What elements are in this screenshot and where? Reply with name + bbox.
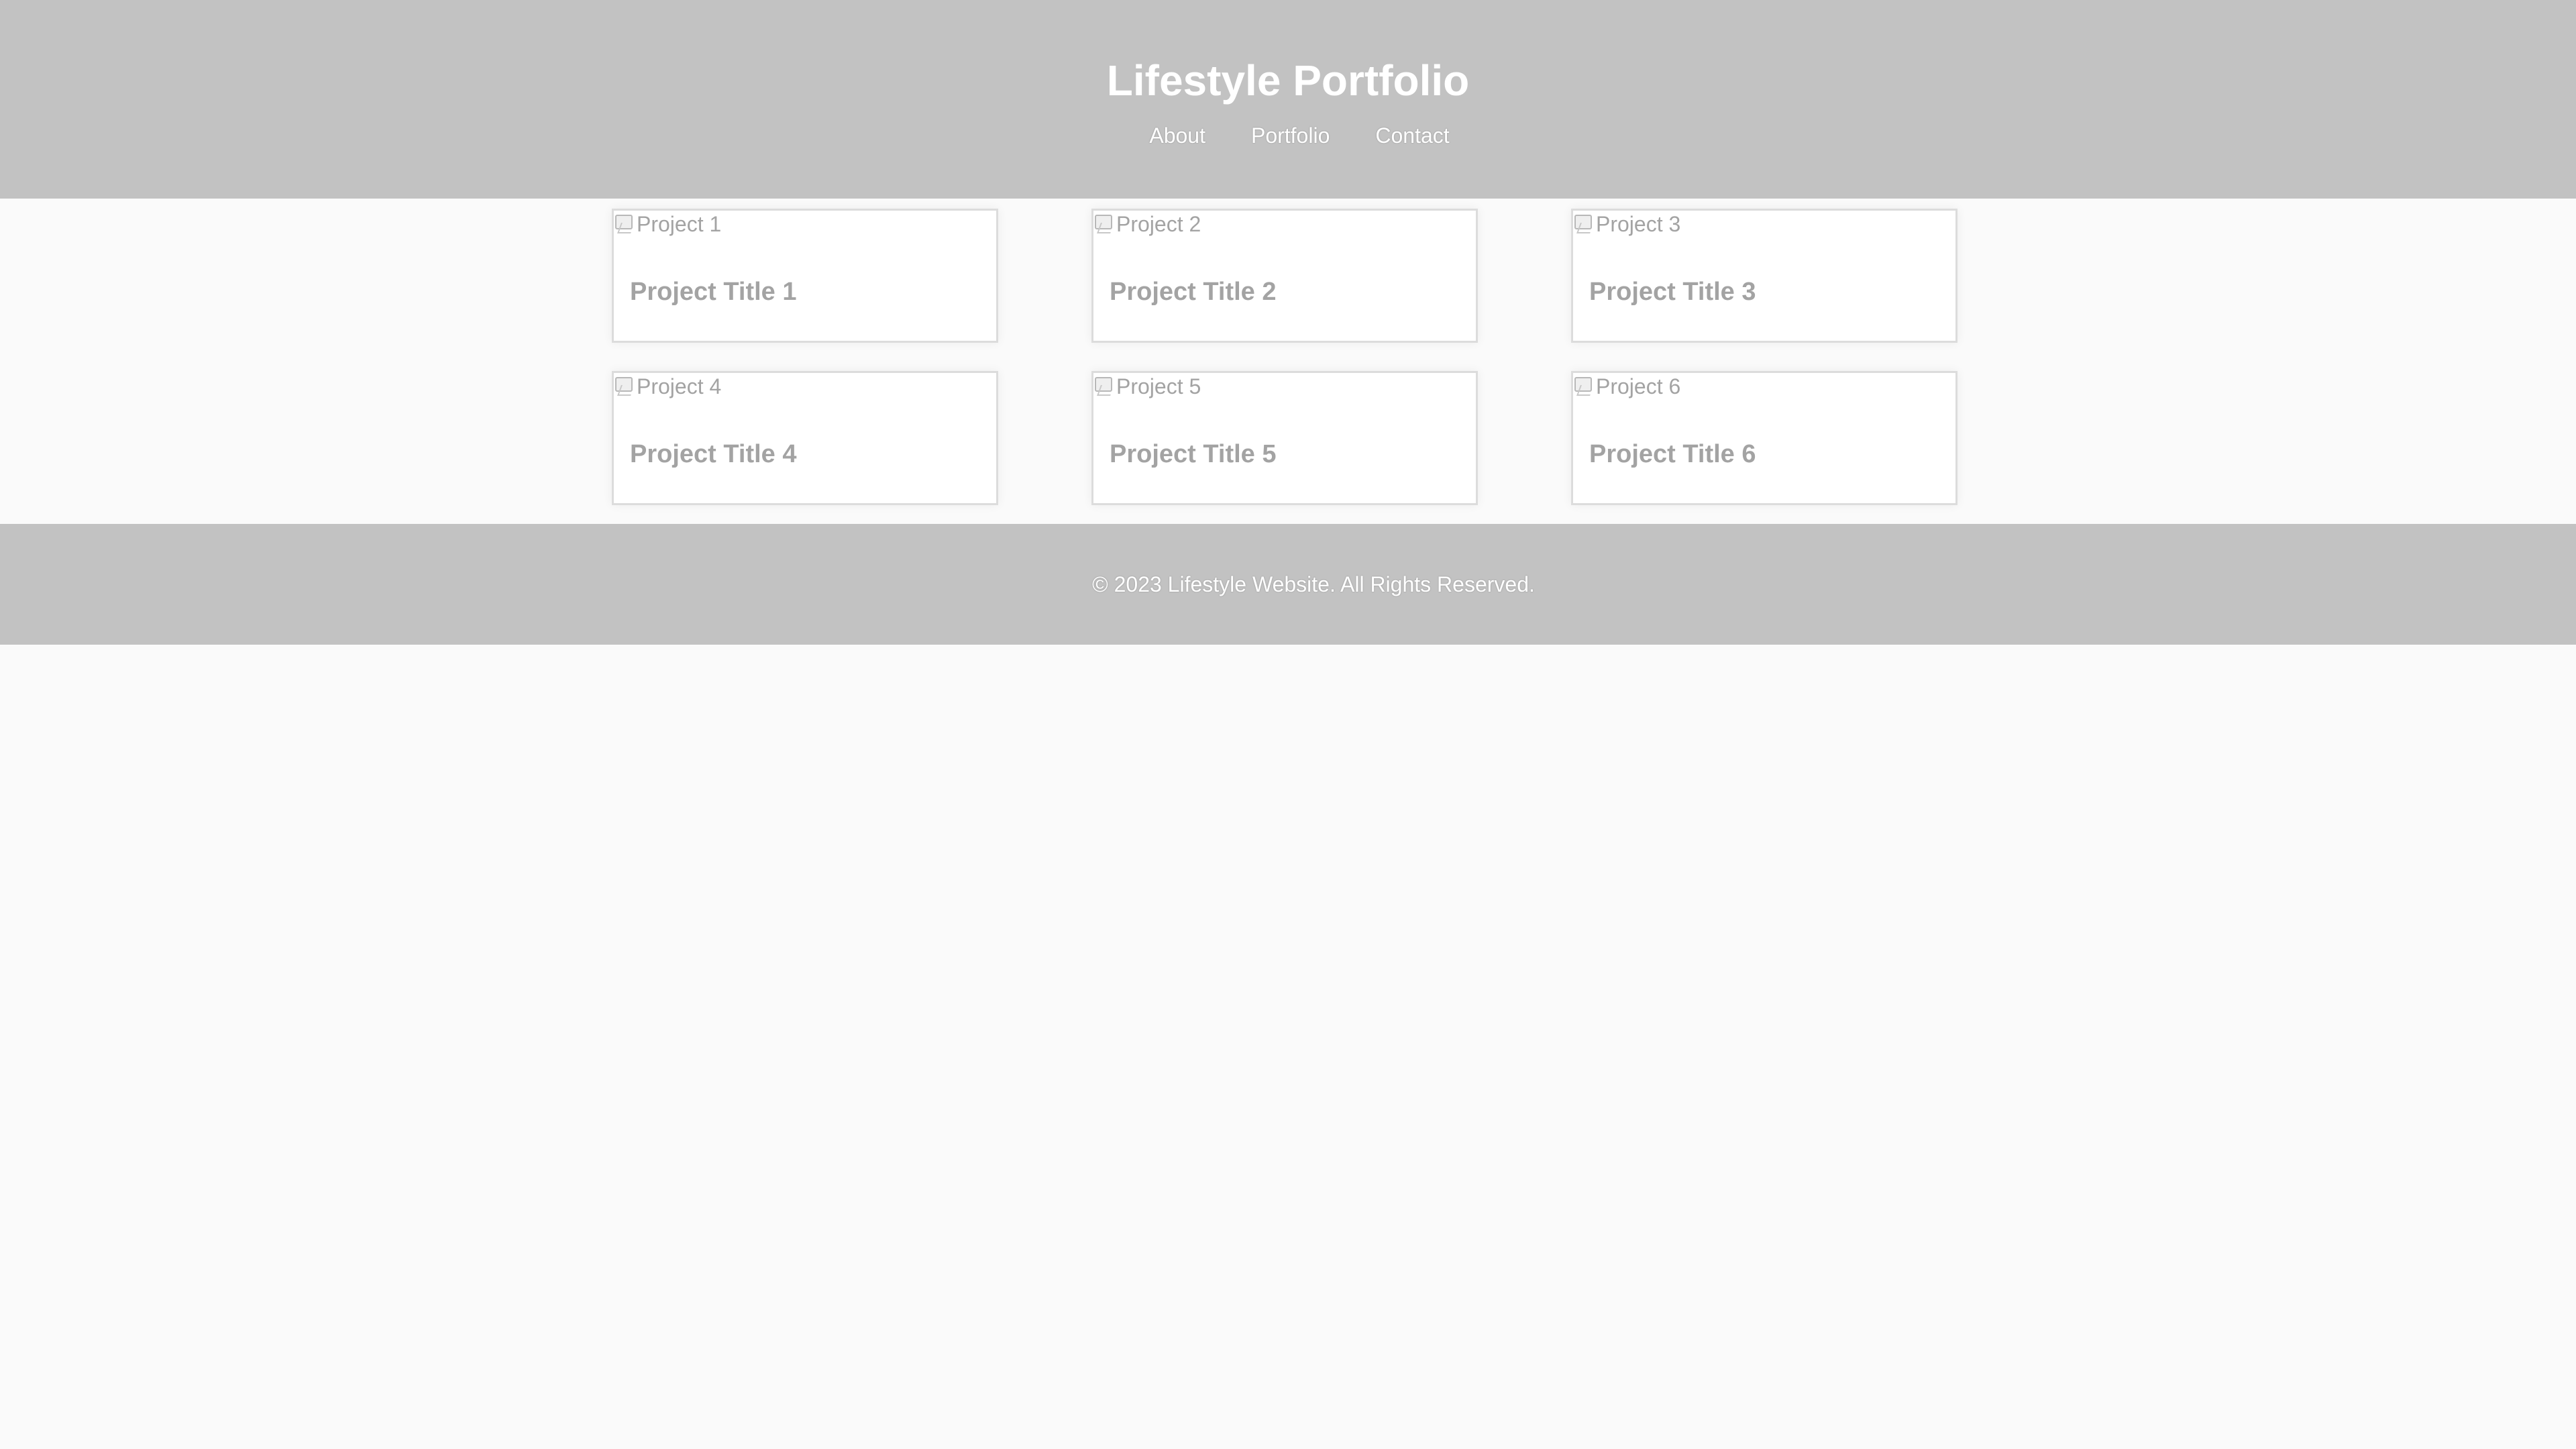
project-title: Project Title 3	[1589, 278, 1756, 306]
project-image-alt: Project 1	[637, 211, 722, 236]
project-image: Project 3	[1573, 211, 1680, 237]
project-image-alt: Project 6	[1596, 374, 1681, 398]
project-card[interactable]: Project 1 Project Title 1	[612, 209, 998, 343]
project-image-alt: Project 4	[637, 374, 722, 398]
broken-image-icon	[1093, 376, 1115, 397]
project-image: Project 6	[1573, 373, 1680, 400]
broken-image-icon	[614, 213, 635, 235]
broken-image-icon	[1573, 213, 1595, 235]
project-image: Project 1	[614, 211, 721, 237]
project-title: Project Title 1	[630, 278, 797, 306]
footer-copyright: © 2023 Lifestyle Website. All Rights Res…	[1092, 572, 1535, 596]
nav-link-about[interactable]: About	[1149, 122, 1205, 149]
broken-image-icon	[614, 376, 635, 397]
broken-image-icon	[1093, 213, 1115, 235]
project-title: Project Title 5	[1110, 440, 1277, 468]
project-card[interactable]: Project 6 Project Title 6	[1571, 371, 1957, 505]
project-image-alt: Project 3	[1596, 211, 1681, 236]
project-image: Project 5	[1093, 373, 1201, 400]
main-nav: About Portfolio Contact	[0, 122, 2576, 149]
project-card[interactable]: Project 3 Project Title 3	[1571, 209, 1957, 343]
portfolio-grid: Project 1 Project Title 1 Project 2 Proj…	[0, 199, 2576, 524]
project-card[interactable]: Project 5 Project Title 5	[1091, 371, 1478, 505]
project-card[interactable]: Project 2 Project Title 2	[1091, 209, 1478, 343]
site-title: Lifestyle Portfolio	[1106, 56, 1470, 105]
project-image-alt: Project 5	[1116, 374, 1201, 398]
site-header: Lifestyle Portfolio About Portfolio Cont…	[0, 0, 2576, 199]
project-title: Project Title 4	[630, 440, 797, 468]
project-image: Project 4	[614, 373, 721, 400]
project-image: Project 2	[1093, 211, 1201, 237]
nav-link-contact[interactable]: Contact	[1375, 122, 1449, 149]
project-card[interactable]: Project 4 Project Title 4	[612, 371, 998, 505]
broken-image-icon	[1573, 376, 1595, 397]
site-footer: © 2023 Lifestyle Website. All Rights Res…	[0, 524, 2576, 645]
project-title: Project Title 2	[1110, 278, 1277, 306]
project-title: Project Title 6	[1589, 440, 1756, 468]
nav-link-portfolio[interactable]: Portfolio	[1251, 122, 1330, 149]
project-image-alt: Project 2	[1116, 211, 1201, 236]
